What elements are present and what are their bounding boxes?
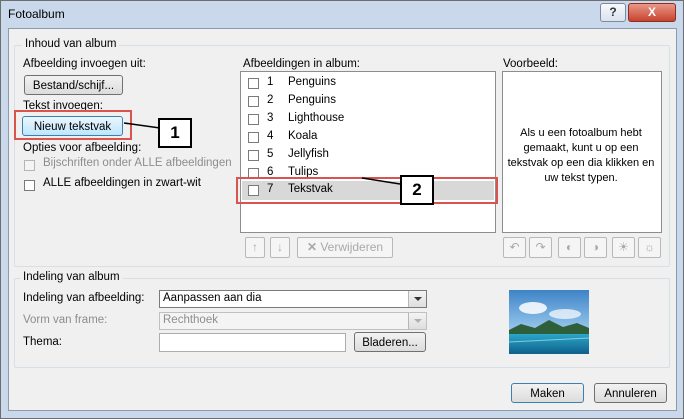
increase-brightness-button[interactable]: ☀	[612, 237, 635, 258]
callout-two: 2	[400, 175, 434, 205]
picture-options-label: Opties voor afbeelding:	[23, 142, 142, 154]
list-item-number: 4	[267, 130, 274, 142]
captions-checkbox-label: Bijschriften onder ALLE afbeeldingen	[43, 157, 232, 169]
list-item-name: Penguins	[288, 76, 336, 88]
content-group-title: Inhoud van album	[22, 38, 120, 50]
callout-one: 1	[158, 118, 192, 148]
picture-layout-select[interactable]: Aanpassen aan dia	[159, 290, 427, 308]
list-item[interactable]: 5 Jellyfish	[242, 146, 494, 164]
new-textbox-button[interactable]: Nieuw tekstvak	[22, 116, 123, 136]
rotate-left-button[interactable]: ↶	[503, 237, 526, 258]
move-up-button[interactable]: ↑	[245, 237, 265, 258]
list-item-name: Koala	[288, 130, 318, 142]
list-item-checkbox[interactable]	[248, 78, 259, 89]
layout-preview-thumbnail	[509, 290, 589, 354]
cancel-button[interactable]: Annuleren	[594, 383, 667, 403]
list-item[interactable]: 1 Penguins	[242, 74, 494, 92]
list-item-checkbox[interactable]	[248, 150, 259, 161]
bw-checkbox-label: ALLE afbeeldingen in zwart-wit	[43, 177, 201, 189]
rotate-right-icon: ↷	[535, 240, 546, 254]
chevron-down-icon[interactable]	[408, 313, 426, 329]
list-item[interactable]: 4 Koala	[242, 128, 494, 146]
file-disk-button[interactable]: Bestand/schijf...	[24, 75, 123, 95]
list-item-checkbox[interactable]	[248, 132, 259, 143]
album-picture-list[interactable]: 1 Penguins 2 Penguins 3 Lighthouse 4 Koa…	[240, 71, 496, 233]
captions-checkbox[interactable]	[24, 160, 35, 171]
arrow-up-icon: ↑	[252, 240, 258, 254]
x-icon: ✕	[306, 240, 317, 254]
increase-contrast-button[interactable]: ◐	[558, 237, 581, 258]
album-list-label: Afbeeldingen in album:	[243, 58, 360, 70]
rotate-right-button[interactable]: ↷	[529, 237, 552, 258]
list-item-number: 1	[267, 76, 274, 88]
decrease-contrast-button[interactable]: ◑	[584, 237, 607, 258]
frame-shape-label: Vorm van frame:	[23, 314, 108, 326]
bw-checkbox[interactable]	[24, 180, 35, 191]
list-item[interactable]: 2 Penguins	[242, 92, 494, 110]
contrast-down-icon: ◑	[591, 240, 600, 254]
remove-button-label: Verwijderen	[320, 240, 384, 254]
frame-shape-select[interactable]: Rechthoek	[159, 312, 427, 330]
create-button[interactable]: Maken	[511, 383, 584, 403]
remove-button[interactable]: ✕ Verwijderen	[297, 237, 393, 258]
list-item-name: Lighthouse	[288, 112, 345, 124]
list-item-name: Penguins	[288, 94, 336, 106]
preview-text: Als u een fotoalbum hebt gemaakt, kunt u…	[507, 127, 655, 184]
move-down-button[interactable]: ↓	[270, 237, 290, 258]
picture-layout-value: Aanpassen aan dia	[163, 292, 262, 304]
browse-button[interactable]: Bladeren...	[354, 332, 426, 352]
picture-layout-label: Indeling van afbeelding:	[23, 292, 145, 304]
insert-images-label: Afbeelding invoegen uit:	[23, 58, 146, 70]
list-item-checkbox[interactable]	[248, 114, 259, 125]
list-item[interactable]: 3 Lighthouse	[242, 110, 494, 128]
decrease-brightness-button[interactable]: ☼	[638, 237, 661, 258]
theme-input[interactable]	[159, 333, 346, 352]
arrow-down-icon: ↓	[277, 240, 283, 254]
brightness-down-icon: ☼	[644, 240, 655, 254]
layout-group-title: Indeling van album	[20, 271, 123, 283]
list-item-checkbox[interactable]	[248, 96, 259, 107]
title-bar	[1, 1, 683, 27]
callout-one-pointer	[123, 122, 161, 129]
chevron-down-icon[interactable]	[408, 291, 426, 307]
window-title: Fotoalbum	[8, 7, 65, 21]
list-item-number: 5	[267, 148, 274, 160]
callout-two-pointer	[361, 177, 401, 185]
list-item-number: 2	[267, 94, 274, 106]
close-button[interactable]: X	[628, 3, 676, 22]
frame-shape-value: Rechthoek	[163, 314, 218, 326]
list-item-number: 3	[267, 112, 274, 124]
help-button[interactable]: ?	[600, 3, 626, 22]
theme-label: Thema:	[23, 336, 62, 348]
rotate-left-icon: ↶	[509, 240, 520, 254]
list-item-name: Jellyfish	[288, 148, 329, 160]
brightness-up-icon: ☀	[618, 240, 629, 254]
contrast-up-icon: ◐	[565, 240, 574, 254]
preview-label: Voorbeeld:	[503, 58, 558, 70]
